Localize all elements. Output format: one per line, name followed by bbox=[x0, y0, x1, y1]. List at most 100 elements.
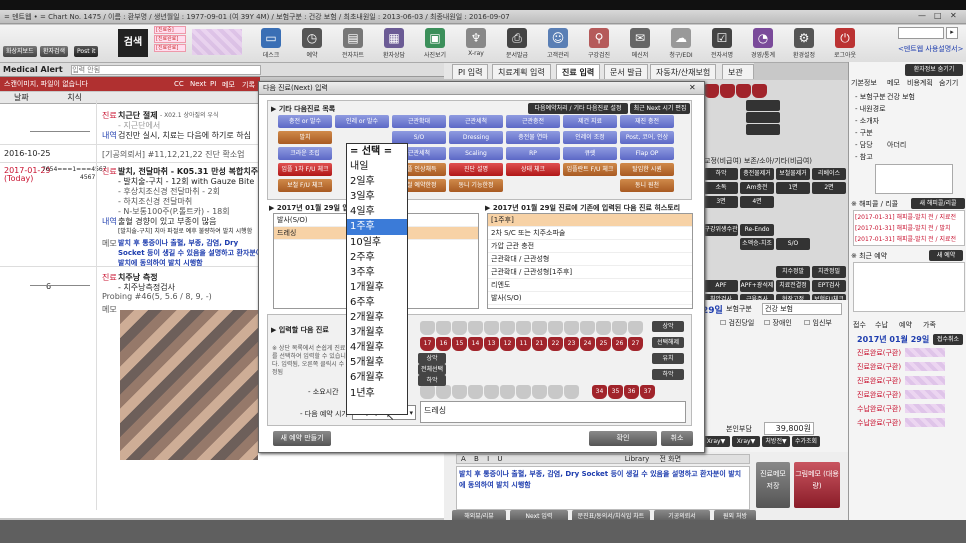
tooth-37[interactable]: 37 bbox=[640, 385, 655, 399]
next-option-button[interactable]: 근관충전 bbox=[506, 115, 560, 128]
reception-record[interactable]: 수납완료(구환) bbox=[857, 418, 901, 428]
mid-bottom-button[interactable]: 수가조회 bbox=[792, 436, 820, 447]
next-option-button[interactable]: 충전 or 발수 bbox=[278, 115, 332, 128]
toolbar-cloud-button[interactable]: ☁ 청구/EDI bbox=[662, 27, 700, 61]
new-happycall-button[interactable]: 새 해피콜/리콜 bbox=[911, 198, 965, 209]
dropdown-option[interactable]: 6주후 bbox=[347, 295, 407, 310]
mid-tooth[interactable] bbox=[736, 84, 751, 98]
next-option-button[interactable]: 근관확대 bbox=[392, 115, 446, 128]
jaw-select-button[interactable]: 하악 bbox=[418, 375, 446, 386]
mid-treatment-button[interactable]: 구강위생수관 bbox=[704, 224, 738, 236]
mid-select-button[interactable] bbox=[746, 112, 780, 123]
mid-treatment-button[interactable]: 치관정밀 bbox=[812, 266, 846, 278]
close-icon[interactable]: ✕ bbox=[950, 11, 957, 20]
rp-tab2-family[interactable]: 가족 bbox=[923, 320, 936, 330]
tooth-upper-primary[interactable] bbox=[500, 321, 515, 335]
list-item[interactable]: 리엔도 bbox=[488, 279, 692, 292]
jaw-select-button[interactable]: 전체선택 bbox=[418, 364, 446, 375]
alert-tab-memo[interactable]: 메모 bbox=[222, 80, 235, 90]
tab-archive[interactable]: 보관함 bbox=[722, 64, 754, 92]
mid-tooth[interactable] bbox=[752, 84, 767, 98]
mid-treatment-button[interactable]: 소액승-치조 bbox=[740, 238, 774, 250]
patient-photo[interactable] bbox=[120, 310, 258, 460]
next-option-button[interactable]: 보철 F/U 체크 bbox=[278, 179, 332, 192]
mid-treatment-button[interactable]: APF bbox=[704, 280, 738, 292]
happycall-item[interactable]: [2017-01-31] 해피콜-발치 전 / 발치 bbox=[855, 223, 951, 232]
mid-lower-button[interactable] bbox=[746, 124, 780, 135]
mid-treatment-button[interactable]: 1면 bbox=[776, 182, 810, 194]
search-input[interactable] bbox=[898, 27, 944, 39]
mid-treatment-button[interactable]: 리베이스 bbox=[812, 168, 846, 180]
next-option-button[interactable]: Flap OP bbox=[620, 147, 674, 160]
toolbar-document-button[interactable]: ▤ 전자차트 bbox=[334, 27, 372, 61]
reception-record[interactable]: 진료완료(구환) bbox=[857, 390, 901, 400]
mid-treatment-button[interactable]: 3면 bbox=[704, 196, 738, 208]
next-settings-button[interactable]: 다음예약처리 / 기타 다음진료 설정 bbox=[528, 103, 628, 114]
tooth-upper-primary[interactable] bbox=[580, 321, 595, 335]
mid-upper-button[interactable] bbox=[746, 100, 780, 111]
toolbar-pin-button[interactable]: ⚲ 구강검진 bbox=[580, 27, 618, 61]
next-option-button[interactable]: 제건 지료 bbox=[563, 115, 617, 128]
tooth-16[interactable]: 16 bbox=[436, 337, 451, 351]
mid-bottom-button[interactable]: Xray▼ bbox=[702, 436, 730, 447]
tab-pi[interactable]: PI 입력 bbox=[452, 64, 489, 79]
next-option-button[interactable]: 크라운 조립 bbox=[278, 147, 332, 160]
post-it-button[interactable]: Post it bbox=[74, 46, 99, 57]
next-option-button[interactable]: Dressing bbox=[449, 131, 503, 144]
next-option-button[interactable]: 임플 1차 F/U 체크 bbox=[278, 163, 332, 176]
tab-treatment[interactable]: 진료 입력 bbox=[556, 64, 601, 79]
tooth-22[interactable]: 22 bbox=[548, 337, 563, 351]
toolbar-gear-button[interactable]: ⚙ 환경설정 bbox=[785, 27, 823, 61]
mid-treatment-button[interactable]: 2면 bbox=[812, 182, 846, 194]
toolbar-power-button[interactable]: ⏻ 로그아웃 bbox=[826, 27, 864, 61]
tooth-lower-placeholder[interactable] bbox=[452, 385, 467, 399]
mid-treatment-button[interactable]: 하악 bbox=[704, 168, 738, 180]
happycall-item[interactable]: [2017-01-31] 해피콜-발치 전 / 지료전 bbox=[855, 234, 956, 243]
tooth-27[interactable]: 27 bbox=[628, 337, 643, 351]
dropdown-option[interactable]: 2일후 bbox=[347, 174, 407, 189]
mid-tooth[interactable] bbox=[704, 84, 719, 98]
rp-tab-basic[interactable]: 기본정보 bbox=[851, 78, 877, 88]
font-icon[interactable]: A bbox=[457, 455, 466, 463]
italic-icon[interactable]: I bbox=[481, 455, 489, 463]
next-option-button[interactable]: Scaling bbox=[449, 147, 503, 160]
memo-editor[interactable]: 발치 후 통증이나 출혈, 부종, 감염, Dry Socket 등이 생길 수… bbox=[456, 466, 750, 510]
rp-tab-hide[interactable]: 숨기기 bbox=[939, 78, 958, 88]
toolbar-pie-button[interactable]: ◔ 경영/통계 bbox=[744, 27, 782, 61]
list-item[interactable]: 가압 근관 충전 bbox=[488, 240, 692, 253]
reception-record[interactable]: 진료완료(구환) bbox=[857, 376, 901, 386]
dropdown-option[interactable]: 4일후 bbox=[347, 204, 407, 219]
dropdown-option[interactable]: 4개월후 bbox=[347, 340, 407, 355]
toolbar-film-button[interactable]: ▦ 환자상담 bbox=[375, 27, 413, 61]
toolbar-chat-button[interactable]: ✉ 메신저 bbox=[621, 27, 659, 61]
tooth-21[interactable]: 21 bbox=[532, 337, 547, 351]
mid-treatment-button[interactable]: 4면 bbox=[740, 196, 774, 208]
minimize-icon[interactable]: — bbox=[918, 11, 926, 20]
mid-treatment-button[interactable]: 소독 bbox=[704, 182, 738, 194]
cancel-reception-button[interactable]: 접수취소 bbox=[933, 334, 963, 345]
toolbar-clock-button[interactable]: ◷ 예약 bbox=[293, 27, 331, 61]
check-pregnant[interactable]: ☐ 임신부 bbox=[804, 318, 832, 328]
next-option-button[interactable]: 인레 or 발수 bbox=[335, 115, 389, 128]
next-option-button[interactable]: Post, 코어, 인상 bbox=[620, 131, 674, 144]
tooth-upper-primary[interactable] bbox=[596, 321, 611, 335]
manual-link[interactable]: <덴트웹 사용설명서> bbox=[898, 44, 963, 54]
next-option-button[interactable]: 임플란트 F/U 체크 bbox=[563, 163, 617, 176]
rp-tab2-appointment[interactable]: 예약 bbox=[899, 320, 912, 330]
mid-bottom-button[interactable]: Xray▼ bbox=[732, 436, 760, 447]
bold-icon[interactable]: B bbox=[468, 455, 479, 463]
next-option-button[interactable]: 근관세척 bbox=[449, 115, 503, 128]
check-exam[interactable]: ☐ 검진당일 bbox=[720, 318, 754, 328]
mid-bottom-button[interactable]: 처방전▼ bbox=[762, 436, 790, 447]
new-appointment-button[interactable]: 새 예약 만들기 bbox=[273, 431, 331, 446]
next-option-button[interactable]: 동니 원천 bbox=[620, 179, 674, 192]
next-option-button[interactable]: 재진 충전 bbox=[620, 115, 674, 128]
toolbar-monitor-button[interactable]: ▭ 데스크 bbox=[252, 27, 290, 61]
tooth-upper-primary[interactable] bbox=[484, 321, 499, 335]
mid-treatment-button[interactable]: 치수정발 bbox=[776, 266, 810, 278]
next-option-button[interactable]: 큐렛 bbox=[563, 147, 617, 160]
jaw-select-button-right[interactable]: 상악 bbox=[652, 321, 684, 332]
tooth-upper-primary[interactable] bbox=[468, 321, 483, 335]
check-disabled[interactable]: ☐ 장애인 bbox=[764, 318, 792, 328]
new-appointment-button[interactable]: 새 예약 bbox=[929, 250, 963, 261]
